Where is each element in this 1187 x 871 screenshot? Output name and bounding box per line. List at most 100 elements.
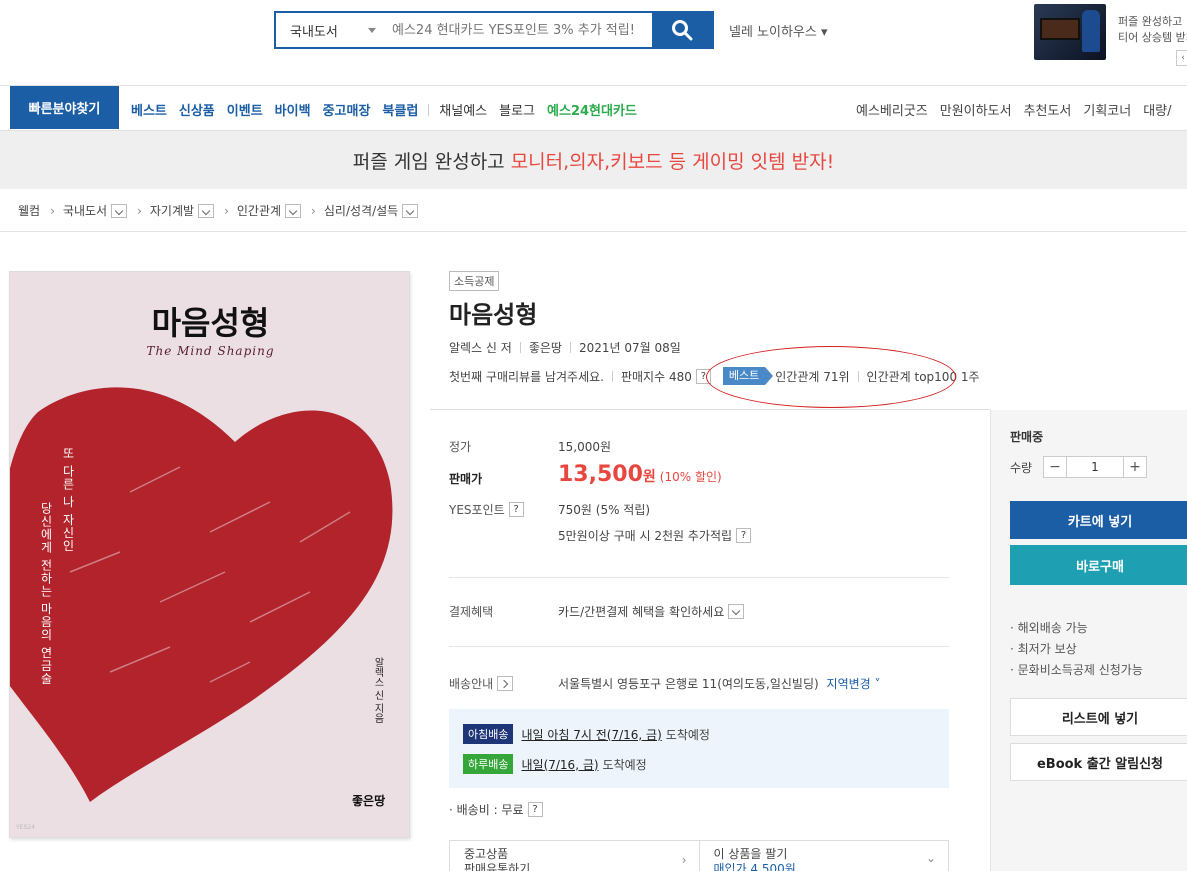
nav-goods[interactable]: 예스베리굿즈 — [856, 100, 928, 119]
search-button[interactable] — [652, 13, 712, 47]
nav-used-store[interactable]: 중고매장 — [323, 100, 371, 119]
nav-best[interactable]: 베스트 — [131, 100, 167, 119]
shipping-address-row: 서울특별시 영등포구 은행로 11(여의도동,일신빌딩) 지역변경 ˅ — [558, 675, 881, 692]
discount-rate: (10% 할인) — [659, 470, 722, 484]
author-link[interactable]: 알렉스 신 저 — [449, 339, 512, 356]
category-rank[interactable]: 인간관계 71위 — [775, 368, 849, 385]
payment-label: 결제혜택 — [449, 605, 494, 619]
used-left-line2: 판매유통하기 — [464, 862, 531, 871]
nav-new[interactable]: 신상품 — [179, 100, 215, 119]
day-delivery-suffix: 도착예정 — [602, 757, 647, 772]
banner-line-2: 티어 상승템 받지 — [1118, 31, 1187, 44]
breadcrumb-item[interactable]: 인간관계 — [237, 202, 281, 219]
promo-banner[interactable]: 퍼즐 게임 완성하고 모니터,의자,키보드 등 게이밍 잇템 받자! — [0, 130, 1187, 189]
change-region-link[interactable]: 지역변경 ˅ — [827, 677, 881, 691]
chevron-down-icon[interactable] — [728, 604, 745, 619]
quantity-minus-button[interactable]: − — [1044, 457, 1066, 477]
nav-right-links: 예스베리굿즈 만원이하도서 추천도서 기획코너 대량/ — [856, 100, 1172, 119]
nav-bulk[interactable]: 대량/ — [1143, 100, 1171, 119]
meta-separator — [569, 342, 571, 353]
book-cover[interactable]: 마음성형 The Mind Shaping 또 다른 나 자신인 당신에게 전하… — [9, 271, 410, 838]
help-icon[interactable]: ? — [527, 802, 543, 817]
shipping-address: 서울특별시 영등포구 은행로 11(여의도동,일신빌딩) — [558, 677, 819, 691]
day-delivery-date[interactable]: 내일(7/16, 금) — [521, 756, 598, 773]
promo-highlight: 모니터,의자,키보드 등 게이밍 잇템 받자! — [510, 150, 835, 173]
sale-price-value: 13,500 — [558, 462, 643, 487]
search-category-select[interactable]: 국내도서 — [276, 13, 386, 47]
nav-channel-yes[interactable]: 채널예스 — [439, 100, 487, 119]
user-menu[interactable]: 넬레 노이하우스 ▾ — [729, 21, 828, 40]
nav-blog[interactable]: 블로그 — [499, 100, 535, 119]
info-divider — [430, 409, 990, 410]
cover-publisher: 좋은땅 — [352, 794, 386, 808]
section-divider — [449, 646, 949, 647]
top100-rank[interactable]: 인간관계 top100 1주 — [867, 368, 980, 385]
used-right-line2: 매입가 4,500원 — [713, 862, 796, 871]
used-left-line1: 중고상품 — [464, 847, 509, 861]
review-prompt-link[interactable]: 첫번째 구매리뷰를 남겨주세요. — [449, 368, 604, 385]
gaming-banner-image[interactable] — [1034, 4, 1106, 60]
breadcrumb-home[interactable]: 웰컴 — [18, 202, 40, 219]
morning-delivery-row: 아침배송 내일 아침 7시 전(7/16, 금) 도착예정 — [463, 724, 710, 744]
quick-category-button[interactable]: 빠른분야찾기 — [10, 86, 119, 129]
yes-point-label: YES포인트 — [449, 503, 505, 517]
chevron-down-icon[interactable] — [198, 203, 215, 218]
culture-deduction-bullet: · 문화비소득공제 신청가능 — [1010, 663, 1143, 677]
breadcrumb-item[interactable]: 심리/성격/설득 — [324, 202, 398, 219]
chevron-down-icon[interactable] — [402, 203, 419, 218]
cover-tagline-2: 당신에게 전하는 마음의 연금술 — [39, 502, 53, 686]
chevron-right-icon[interactable] — [497, 676, 514, 691]
breadcrumb-divider — [0, 231, 1187, 232]
chevron-right-icon: › — [224, 203, 229, 218]
banner-prev-button[interactable]: ‹ — [1176, 50, 1187, 66]
chevron-down-icon: ⌄ — [925, 851, 936, 865]
cover-watermark: YES24 — [16, 824, 35, 831]
add-to-cart-button[interactable]: 카트에 넣기 — [1010, 501, 1187, 539]
cover-subtitle: The Mind Shaping — [146, 344, 275, 358]
help-icon[interactable]: ? — [695, 368, 711, 384]
cover-author: 알렉스 신 지음 — [372, 657, 383, 724]
chevron-down-icon[interactable] — [285, 203, 302, 218]
meta-separator — [857, 370, 859, 382]
buy-now-button[interactable]: 바로구매 — [1010, 545, 1187, 585]
breadcrumb-item[interactable]: 자기계발 — [150, 202, 194, 219]
shipping-fee: · 배송비 : 무료 — [449, 803, 524, 817]
promo-text: 퍼즐 게임 완성하고 — [352, 150, 511, 173]
cover-tagline-1: 또 다른 나 자신인 — [61, 447, 75, 553]
chevron-down-icon — [368, 28, 376, 33]
morning-delivery-date[interactable]: 내일 아침 7시 전(7/16, 금) — [521, 726, 661, 743]
help-icon[interactable]: ? — [508, 502, 524, 517]
nav-separator — [428, 103, 430, 116]
shipping-label: 배송안내 — [449, 677, 494, 691]
quantity-plus-button[interactable]: + — [1124, 457, 1146, 477]
shipping-label-row: 배송안내 — [449, 675, 514, 692]
lowest-price-bullet: · 최저가 보상 — [1010, 642, 1077, 656]
publisher-link[interactable]: 좋은땅 — [529, 339, 562, 356]
nav-under-10000[interactable]: 만원이하도서 — [940, 100, 1012, 119]
extra-point-row: 5만원이상 구매 시 2천원 추가적립 ? — [558, 527, 752, 544]
payment-benefit[interactable]: 카드/간편결제 혜택을 확인하세요 — [558, 603, 745, 620]
nav-buyback[interactable]: 바이백 — [275, 100, 311, 119]
sell-this-item[interactable]: 이 상품을 팔기 매입가 4,500원 ⌄ — [700, 841, 949, 871]
quantity-input[interactable]: 1 — [1066, 457, 1124, 477]
breadcrumb-item[interactable]: 국내도서 — [63, 202, 107, 219]
help-icon[interactable]: ? — [736, 528, 752, 543]
nav-hyundai-card[interactable]: 예스24현대카드 — [547, 100, 637, 119]
chevron-right-icon: › — [50, 203, 55, 218]
nav-event[interactable]: 이벤트 — [227, 100, 263, 119]
search-category-label: 국내도서 — [290, 24, 338, 40]
add-to-list-button[interactable]: 리스트에 넣기 — [1010, 698, 1187, 736]
cover-title: 마음성형 — [151, 304, 270, 342]
sales-index: 판매지수 480 — [620, 369, 692, 384]
nav-bookclub[interactable]: 북클럽 — [382, 100, 418, 119]
meta-separator — [519, 342, 521, 353]
used-goods-sell[interactable]: 중고상품 판매유통하기 › — [450, 841, 700, 871]
search-input[interactable] — [386, 13, 652, 47]
ebook-alert-button[interactable]: eBook 출간 알림신청 — [1010, 743, 1187, 781]
chevron-down-icon[interactable] — [111, 203, 128, 218]
breadcrumb: 웰컴 › 국내도서 › 자기계발 › 인간관계 › 심리/성격/설득 — [18, 202, 419, 219]
nav-special-corner[interactable]: 기획코너 — [1083, 100, 1131, 119]
nav-recommended[interactable]: 추천도서 — [1024, 100, 1072, 119]
best-badge: 베스트 — [722, 367, 774, 385]
gaming-banner-text[interactable]: 퍼즐 완성하고 티어 상승템 받지 — [1118, 14, 1187, 46]
